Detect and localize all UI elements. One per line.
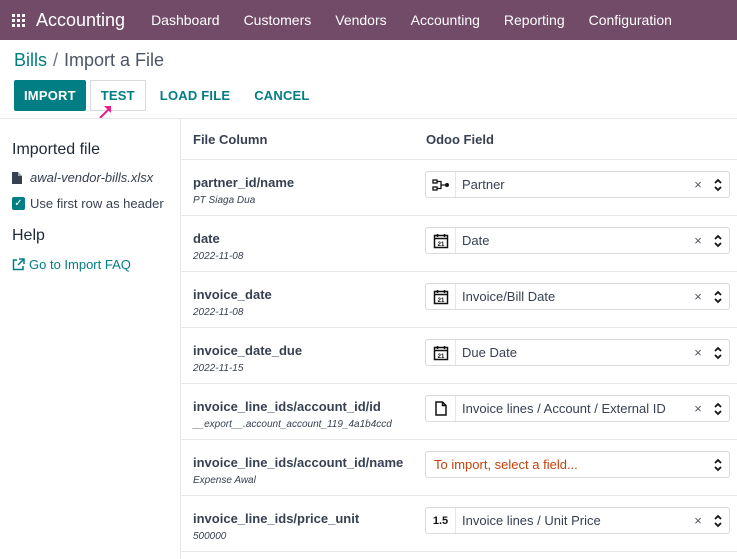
table-row: date 2022-11-08 21 Date × (181, 215, 737, 271)
first-row-header-option[interactable]: ✓ Use first row as header (12, 196, 164, 211)
field-select[interactable]: Invoice lines / Account / External ID × (425, 395, 730, 422)
menu-vendors[interactable]: Vendors (323, 0, 398, 40)
clear-icon[interactable]: × (689, 345, 707, 360)
chevron-updown-icon[interactable] (707, 457, 729, 473)
relation-icon (426, 172, 456, 197)
chevron-updown-icon[interactable] (707, 345, 729, 361)
table-row: invoice_date_due 2022-11-15 21 Due Date … (181, 327, 737, 383)
help-heading: Help (12, 227, 45, 244)
column-name: partner_id/name (193, 175, 295, 190)
svg-text:21: 21 (437, 354, 444, 360)
load-file-button[interactable]: LOAD FILE (150, 80, 240, 111)
menu-dashboard[interactable]: Dashboard (139, 0, 232, 40)
apps-menu-icon[interactable] (0, 0, 36, 40)
file-column-header: File Column (193, 132, 268, 147)
first-row-header-label: Use first row as header (30, 196, 164, 211)
file-name: awal-vendor-bills.xlsx (30, 170, 154, 185)
field-select-value: Invoice lines / Account / External ID (462, 401, 666, 416)
column-name: invoice_line_ids/account_id/name (193, 455, 404, 470)
table-row: invoice_date 2022-11-08 21 Invoice/Bill … (181, 271, 737, 327)
column-sample: 500000 (193, 531, 227, 542)
import-faq-label: Go to Import FAQ (29, 257, 131, 272)
field-select[interactable]: To import, select a field... (425, 451, 730, 478)
table-row-partial (181, 551, 737, 559)
svg-text:21: 21 (437, 298, 444, 304)
float-icon: 1.5 (426, 508, 456, 533)
external-link-icon (12, 258, 25, 271)
svg-text:21: 21 (437, 242, 444, 248)
field-select[interactable]: 21 Invoice/Bill Date × (425, 283, 730, 310)
calendar-icon: 21 (426, 228, 456, 253)
column-name: date (193, 231, 220, 246)
column-sample: PT Siaga Dua (193, 195, 256, 206)
header-divider (0, 118, 737, 119)
column-sample: 2022-11-15 (193, 363, 244, 374)
field-select-placeholder: To import, select a field... (434, 457, 578, 472)
breadcrumb: Bills / Import a File (14, 50, 164, 71)
menu-configuration[interactable]: Configuration (577, 0, 684, 40)
column-name: invoice_line_ids/price_unit (193, 511, 360, 526)
menu-customers[interactable]: Customers (232, 0, 324, 40)
table-row: invoice_line_ids/account_id/name Expense… (181, 439, 737, 495)
first-row-header-checkbox[interactable]: ✓ (12, 197, 25, 210)
imported-file: awal-vendor-bills.xlsx (12, 170, 153, 185)
clear-icon[interactable]: × (689, 177, 707, 192)
app-title[interactable]: Accounting (36, 10, 125, 31)
field-select[interactable]: 21 Due Date × (425, 339, 730, 366)
field-select-value: Date (462, 233, 490, 248)
column-name: invoice_date_due (193, 343, 303, 358)
column-sample: Expense Awal (193, 475, 256, 486)
clear-icon[interactable]: × (689, 401, 707, 416)
field-select[interactable]: 21 Date × (425, 227, 730, 254)
calendar-icon: 21 (426, 284, 456, 309)
file-icon (12, 171, 22, 184)
table-row: invoice_line_ids/account_id/id __export_… (181, 383, 737, 439)
column-name: invoice_date (193, 287, 272, 302)
document-icon (426, 396, 456, 421)
column-name: invoice_line_ids/account_id/id (193, 399, 381, 414)
clear-icon[interactable]: × (689, 289, 707, 304)
field-select[interactable]: 1.5 Invoice lines / Unit Price × (425, 507, 730, 534)
chevron-updown-icon[interactable] (707, 233, 729, 249)
breadcrumb-separator: / (53, 50, 59, 70)
chevron-updown-icon[interactable] (707, 513, 729, 529)
calendar-icon: 21 (426, 340, 456, 365)
clear-icon[interactable]: × (689, 513, 707, 528)
menu-reporting[interactable]: Reporting (492, 0, 577, 40)
action-buttons: IMPORT TEST LOAD FILE CANCEL (14, 80, 320, 111)
import-button[interactable]: IMPORT (14, 80, 86, 111)
cancel-button[interactable]: CANCEL (244, 80, 319, 111)
menu-accounting[interactable]: Accounting (399, 0, 492, 40)
breadcrumb-bills-link[interactable]: Bills (14, 50, 47, 70)
field-select-value: Partner (462, 177, 505, 192)
top-navbar: Accounting Dashboard Customers Vendors A… (0, 0, 737, 40)
import-faq-link[interactable]: Go to Import FAQ (12, 257, 131, 272)
table-row: invoice_line_ids/price_unit 500000 1.5 I… (181, 495, 737, 551)
column-sample: __export__.account_account_119_4a1b4ccd (193, 419, 392, 430)
chevron-updown-icon[interactable] (707, 289, 729, 305)
clear-icon[interactable]: × (689, 233, 707, 248)
field-select-value: Invoice/Bill Date (462, 289, 556, 304)
page-title: Import a File (64, 50, 165, 70)
chevron-updown-icon[interactable] (707, 401, 729, 417)
column-sample: 2022-11-08 (193, 307, 244, 318)
column-sample: 2022-11-08 (193, 251, 244, 262)
imported-file-heading: Imported file (12, 141, 101, 158)
field-select-value: Invoice lines / Unit Price (462, 513, 601, 528)
table-row: partner_id/name PT Siaga Dua Partner × (181, 159, 737, 215)
field-select-value: Due Date (462, 345, 517, 360)
field-select[interactable]: Partner × (425, 171, 730, 198)
odoo-field-header: Odoo Field (426, 132, 494, 147)
chevron-updown-icon[interactable] (707, 177, 729, 193)
